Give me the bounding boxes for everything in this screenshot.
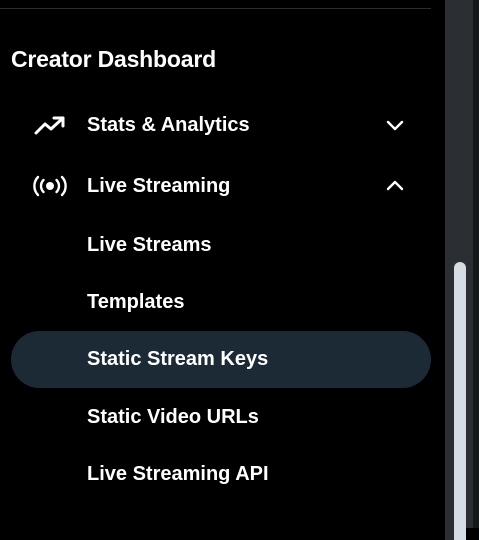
nav-group-label: Stats & Analytics xyxy=(87,113,250,136)
sidebar: Creator Dashboard Stats & Analytics Live… xyxy=(0,0,445,540)
nav-group-live-streaming[interactable]: Live Streaming xyxy=(0,164,431,208)
sidebar-item-label: Templates xyxy=(87,291,185,313)
sidebar-item-live-streaming-api[interactable]: Live Streaming API xyxy=(11,446,431,503)
sidebar-item-templates[interactable]: Templates xyxy=(11,274,431,331)
nav-group-label: Live Streaming xyxy=(87,174,231,197)
sidebar-item-live-streams[interactable]: Live Streams xyxy=(11,217,431,274)
sidebar-item-label: Static Stream Keys xyxy=(87,348,269,370)
sidebar-item-label: Live Streams xyxy=(87,234,212,256)
broadcast-icon xyxy=(33,174,67,198)
trending-up-icon xyxy=(33,113,67,137)
app-window: Creator Dashboard Stats & Analytics Live… xyxy=(0,0,479,540)
sidebar-item-static-stream-keys[interactable]: Static Stream Keys xyxy=(11,331,431,388)
sidebar-item-label: Live Streaming API xyxy=(87,463,269,485)
sidebar-item-static-video-urls[interactable]: Static Video URLs xyxy=(11,389,431,446)
section-title: Creator Dashboard xyxy=(11,46,216,72)
sidebar-item-label: Static Video URLs xyxy=(87,406,259,428)
window-edge xyxy=(473,0,479,540)
chevron-up-icon[interactable] xyxy=(385,176,405,196)
nav-group-stats-analytics[interactable]: Stats & Analytics xyxy=(0,103,431,147)
corner-edge xyxy=(466,528,479,540)
scrollbar-thumb[interactable] xyxy=(454,262,466,540)
divider xyxy=(0,8,431,9)
chevron-down-icon[interactable] xyxy=(385,115,405,135)
